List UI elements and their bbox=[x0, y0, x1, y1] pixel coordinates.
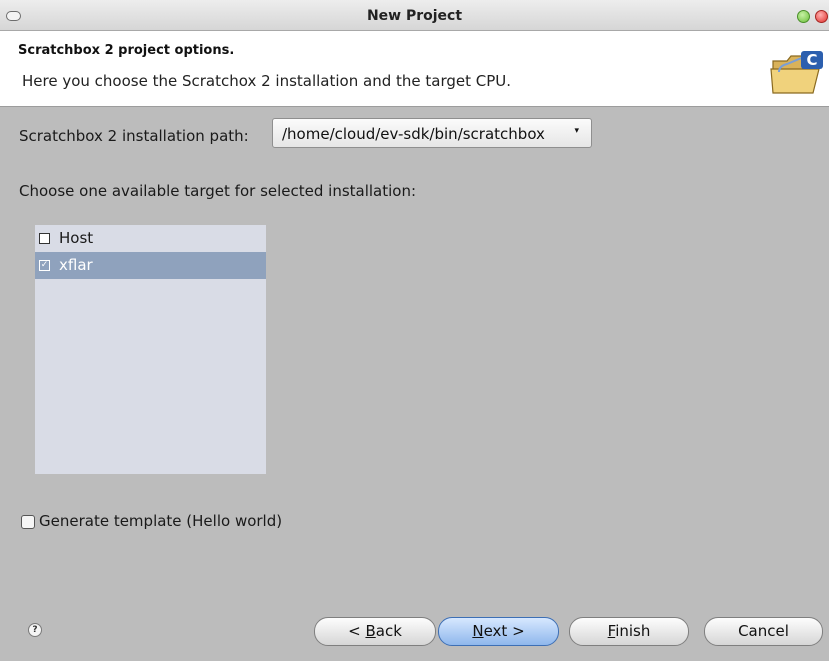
next-button-label: ext > bbox=[483, 622, 525, 640]
checkbox-checked-icon[interactable]: ✓ bbox=[39, 260, 50, 271]
wizard-page-title: Scratchbox 2 project options. bbox=[18, 43, 235, 58]
list-item-label: Host bbox=[59, 229, 94, 247]
help-icon[interactable]: ? bbox=[28, 623, 42, 637]
target-list[interactable]: Host ✓ xflar bbox=[35, 225, 266, 474]
next-button[interactable]: Next > bbox=[438, 617, 559, 646]
back-button-label: ack bbox=[375, 622, 402, 640]
finish-button-label: inish bbox=[615, 622, 651, 640]
list-item-label: xflar bbox=[59, 256, 93, 274]
wizard-page-description: Here you choose the Scratchox 2 installa… bbox=[22, 72, 512, 90]
minimize-icon[interactable] bbox=[797, 10, 810, 23]
generate-template-checkbox[interactable] bbox=[21, 515, 35, 529]
chevron-down-icon: ▾ bbox=[574, 126, 579, 136]
new-c-project-folder-icon: C bbox=[770, 51, 823, 94]
window-titlebar: New Project bbox=[0, 0, 829, 31]
window-title: New Project bbox=[366, 8, 463, 24]
target-list-label: Choose one available target for selected… bbox=[19, 182, 417, 200]
installation-path-label: Scratchbox 2 installation path: bbox=[19, 127, 249, 145]
finish-button[interactable]: Finish bbox=[569, 617, 689, 646]
cancel-button[interactable]: Cancel bbox=[704, 617, 823, 646]
list-item-host[interactable]: Host bbox=[35, 225, 266, 252]
svg-text:C: C bbox=[806, 51, 817, 69]
wizard-header: Scratchbox 2 project options. Here you c… bbox=[0, 31, 829, 107]
list-item-xflar[interactable]: ✓ xflar bbox=[35, 252, 266, 279]
installation-path-dropdown[interactable]: /home/cloud/ev-sdk/bin/scratchbox ▾ bbox=[272, 118, 592, 148]
close-icon[interactable] bbox=[815, 10, 828, 23]
checkbox-unchecked-icon[interactable] bbox=[39, 233, 50, 244]
back-button[interactable]: < Back bbox=[314, 617, 436, 646]
back-button-mnemonic: B bbox=[365, 622, 376, 640]
installation-path-value: /home/cloud/ev-sdk/bin/scratchbox bbox=[282, 125, 545, 143]
generate-template-label[interactable]: Generate template (Hello world) bbox=[39, 512, 282, 530]
back-button-prefix: < bbox=[348, 622, 366, 640]
next-button-mnemonic: N bbox=[472, 622, 484, 640]
